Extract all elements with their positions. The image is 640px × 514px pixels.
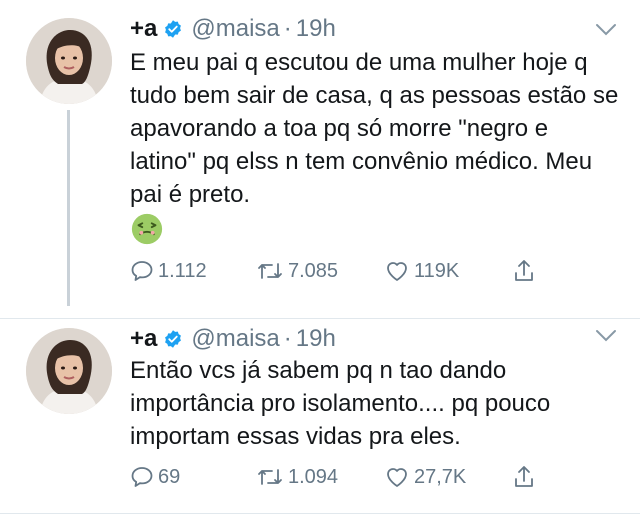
tweet-text: Então vcs já sabem pq n tao dando import… [130,357,551,450]
like-button[interactable]: 119K [384,256,459,286]
tweet-1[interactable]: +a @maisa · 19h E meu pai q escutou de u… [0,0,640,318]
thread-line [67,110,70,306]
nauseated-face-emoji-icon [131,213,163,245]
heart-icon [387,262,407,281]
share-button[interactable] [512,462,536,492]
heart-icon [387,468,407,487]
share-icon [515,260,533,281]
retweet-count: 1.094 [288,465,339,488]
share-icon [515,466,533,487]
chevron-down-icon[interactable] [594,22,618,38]
tweet-actions: 69 1.094 27,7K [130,462,550,492]
reply-icon [131,261,153,281]
tweet-text: E meu pai q escutou de uma mulher hoje q… [130,49,619,208]
like-count: 27,7K [414,465,467,488]
tweet-2[interactable]: +a @maisa · 19h Então vcs já sabem pq n … [0,318,640,514]
retweet-button[interactable]: 7.085 [256,256,338,286]
timestamp[interactable]: 19h [296,15,336,43]
avatar[interactable] [26,18,112,104]
handle[interactable]: @maisa [191,15,279,43]
timestamp[interactable]: 19h [296,325,336,353]
avatar[interactable] [26,328,112,414]
tweet-header: +a @maisa · 19h [130,14,336,44]
separator: · [283,15,292,42]
reply-count: 1.112 [158,259,207,282]
display-name[interactable]: +a [130,15,157,43]
tweet-actions: 1.112 7.085 119K [130,256,550,286]
avatar-photo [26,18,112,104]
reply-button[interactable]: 1.112 [130,256,207,286]
display-name[interactable]: +a [130,325,157,353]
verified-badge-icon [165,330,182,348]
verified-badge-icon [165,20,182,38]
avatar-photo [26,328,112,414]
reply-icon [131,467,153,487]
retweet-icon [258,469,282,485]
chevron-down-icon[interactable] [594,328,618,344]
retweet-button[interactable]: 1.094 [256,462,338,492]
separator: · [283,325,292,352]
handle[interactable]: @maisa [191,325,279,353]
like-count: 119K [414,259,460,282]
share-button[interactable] [512,256,536,286]
retweet-count: 7.085 [288,259,339,282]
tweet-header: +a @maisa · 19h [130,324,336,354]
retweet-icon [258,263,282,279]
reply-count: 69 [158,465,181,488]
like-button[interactable]: 27,7K [384,462,466,492]
reply-button[interactable]: 69 [130,462,180,492]
